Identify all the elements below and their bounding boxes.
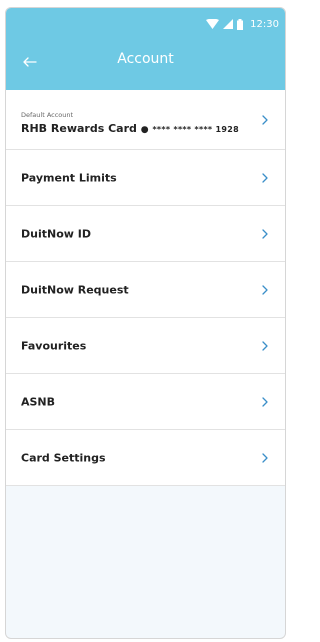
default-account-item[interactable]: Default Account RHB Rewards Card ● **** … <box>6 90 285 150</box>
menu-item-label: DuitNow Request <box>21 283 129 296</box>
menu-item-payment-limits[interactable]: Payment Limits <box>6 150 285 206</box>
menu-item-asnb[interactable]: ASNB <box>6 374 285 430</box>
account-name: RHB Rewards Card <box>21 122 137 135</box>
menu-item-favourites[interactable]: Favourites <box>6 318 285 374</box>
menu-item-label: Favourites <box>21 339 87 352</box>
app-header: 12:30 Account <box>6 8 285 90</box>
status-bar: 12:30 <box>206 17 279 31</box>
default-account-value: RHB Rewards Card ● **** **** **** 1928 <box>21 122 239 135</box>
account-menu-list: Default Account RHB Rewards Card ● **** … <box>6 90 285 486</box>
chevron-right-icon <box>262 114 268 125</box>
menu-item-duitnow-request[interactable]: DuitNow Request <box>6 262 285 318</box>
status-time: 12:30 <box>250 18 279 30</box>
phone-screen: 12:30 Account Default Account RHB Reward… <box>5 7 286 639</box>
menu-item-label: DuitNow ID <box>21 227 91 240</box>
chevron-right-icon <box>262 340 268 351</box>
menu-item-label: Payment Limits <box>21 171 117 184</box>
chevron-right-icon <box>262 228 268 239</box>
menu-item-card-settings[interactable]: Card Settings <box>6 430 285 486</box>
wifi-icon <box>206 19 220 29</box>
chevron-right-icon <box>262 396 268 407</box>
menu-item-duitnow-id[interactable]: DuitNow ID <box>6 206 285 262</box>
chevron-right-icon <box>262 172 268 183</box>
chevron-right-icon <box>262 284 268 295</box>
chevron-right-icon <box>262 452 268 463</box>
account-separator: ● <box>140 125 149 135</box>
menu-item-label: ASNB <box>21 395 56 408</box>
battery-icon <box>237 18 244 30</box>
menu-item-label: Card Settings <box>21 451 106 464</box>
default-account-caption: Default Account <box>21 111 74 119</box>
account-masked-number: **** **** **** 1928 <box>152 125 239 134</box>
signal-icon <box>223 19 234 29</box>
page-title: Account <box>117 51 174 67</box>
